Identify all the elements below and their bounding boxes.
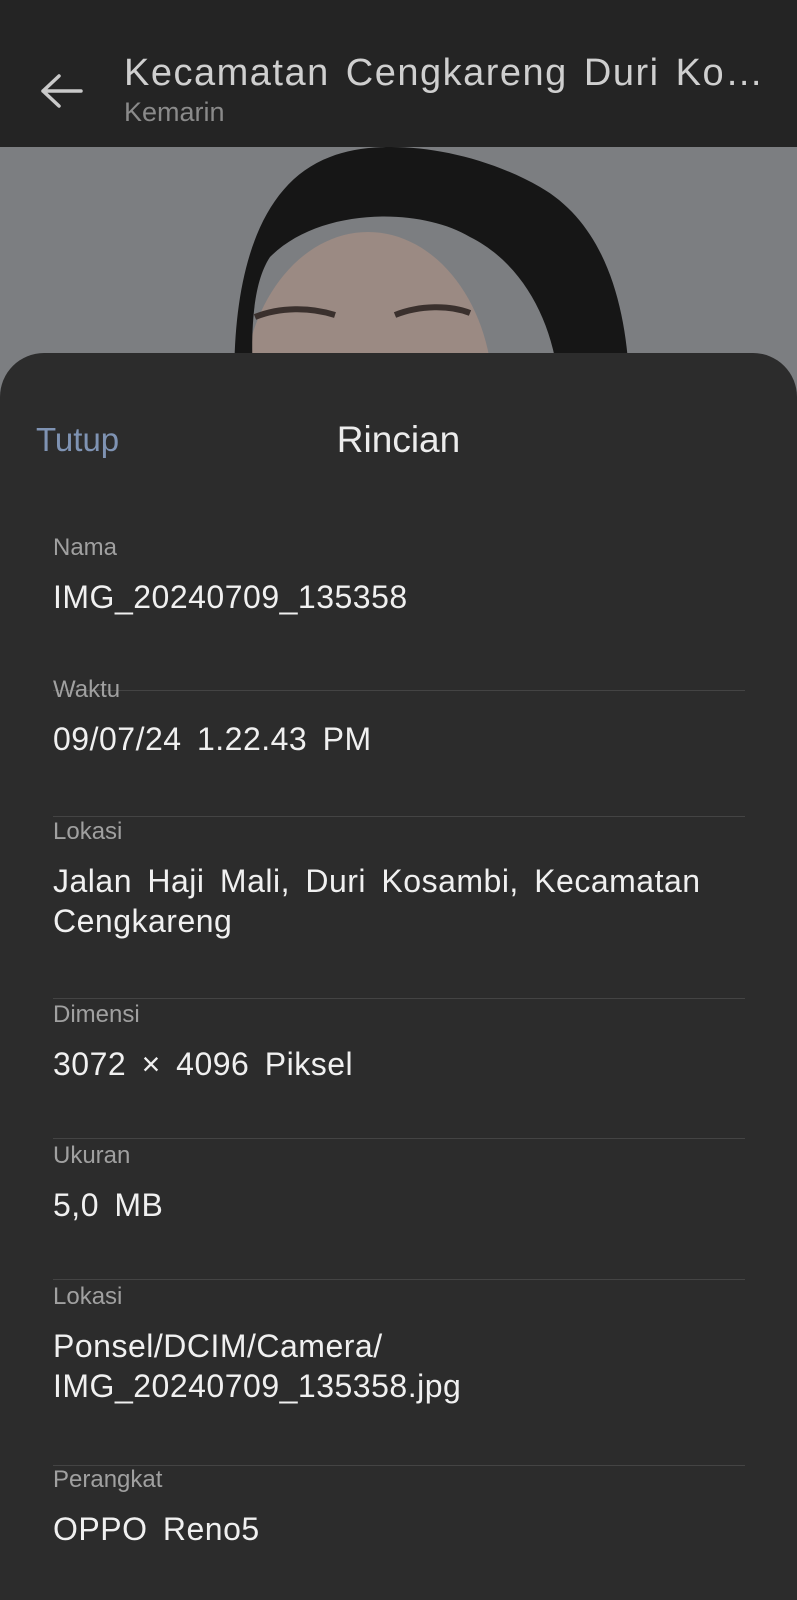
detail-row-time: Waktu 09/07/24 1.22.43 PM [53,675,745,817]
detail-label: Dimensi [53,1001,140,1028]
back-button[interactable] [36,66,86,116]
detail-row-device: Perangkat OPPO Reno5 [53,1465,745,1600]
detail-row-name: Nama IMG_20240709_135358 [53,533,745,691]
detail-label: Ukuran [53,1142,131,1169]
detail-row-size: Ukuran 5,0 MB [53,1141,745,1280]
top-app-bar: Kecamatan Cengkareng Duri Kosambi Kemari… [0,0,797,147]
detail-value: 09/07/24 1.22.43 PM [53,721,372,757]
detail-label: Lokasi [53,1283,123,1310]
page-subtitle: Kemarin [124,97,225,127]
detail-label: Nama [53,534,118,561]
detail-value: 3072 × 4096 Piksel [53,1046,354,1082]
details-sheet: Tutup Rincian Nama IMG_20240709_135358 W… [0,353,797,1600]
detail-label: Lokasi [53,818,123,845]
detail-value: Ponsel/DCIM/Camera/ IMG_20240709_135358.… [53,1328,462,1404]
page-title: Kecamatan Cengkareng Duri Kosambi [124,52,774,94]
detail-row-location: Lokasi Jalan Haji Mali, Duri Kosambi, Ke… [53,817,745,999]
detail-value: 5,0 MB [53,1187,164,1223]
detail-value: IMG_20240709_135358 [53,579,408,615]
detail-value: OPPO Reno5 [53,1511,260,1547]
detail-value: Jalan Haji Mali, Duri Kosambi, Kecamatan… [53,863,701,939]
detail-row-dimension: Dimensi 3072 × 4096 Piksel [53,1000,745,1139]
detail-row-path: Lokasi Ponsel/DCIM/Camera/ IMG_20240709_… [53,1282,745,1466]
detail-label: Waktu [53,676,121,703]
arrow-left-icon [41,74,83,108]
detail-label: Perangkat [53,1466,163,1493]
sheet-title: Rincian [336,419,461,460]
